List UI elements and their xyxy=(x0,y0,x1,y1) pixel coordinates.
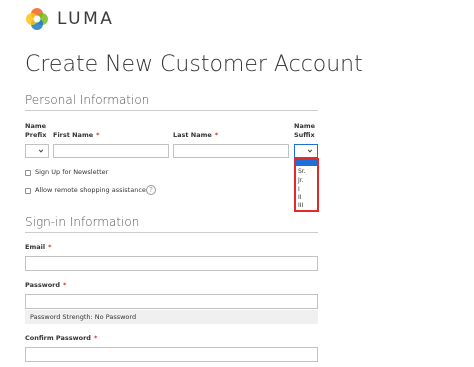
email-input[interactable] xyxy=(25,256,318,271)
prefix-select[interactable] xyxy=(25,144,49,158)
chevron-down-icon xyxy=(307,149,313,153)
assistance-checkbox[interactable] xyxy=(25,188,31,194)
confirm-password-label: Confirm Password * xyxy=(25,334,98,342)
assistance-label[interactable]: Allow remote shopping assistance xyxy=(35,186,146,194)
suffix-select[interactable] xyxy=(294,144,318,158)
confirm-password-input[interactable] xyxy=(25,347,318,362)
last-name-label: Last Name * xyxy=(173,131,219,139)
question-circle-icon[interactable]: ? xyxy=(146,185,156,195)
suffix-option[interactable]: I xyxy=(298,186,300,193)
prefix-label: Name Prefix xyxy=(25,122,47,139)
first-name-label: First Name * xyxy=(53,131,100,139)
suffix-option[interactable]: II xyxy=(298,194,302,201)
section-divider xyxy=(25,232,318,233)
chevron-down-icon xyxy=(38,149,44,153)
suffix-option-blank[interactable] xyxy=(296,160,317,166)
luma-logo-icon[interactable] xyxy=(25,7,49,31)
password-strength-meter: Password Strength: No Password xyxy=(25,310,318,324)
newsletter-label[interactable]: Sign Up for Newsletter xyxy=(35,168,108,176)
suffix-option[interactable]: III xyxy=(298,202,303,209)
password-input[interactable] xyxy=(25,294,318,309)
brand-name[interactable]: LUMA xyxy=(57,9,114,29)
password-label: Password * xyxy=(25,281,67,289)
first-name-input[interactable] xyxy=(53,144,169,158)
page-title: Create New Customer Account xyxy=(25,52,363,77)
suffix-label: Name Suffix xyxy=(294,122,316,139)
personal-info-heading: Personal Information xyxy=(25,93,150,107)
newsletter-checkbox[interactable] xyxy=(25,170,31,176)
suffix-option[interactable]: Sr. xyxy=(298,168,306,175)
suffix-option[interactable]: Jr. xyxy=(298,177,304,184)
section-divider xyxy=(25,110,318,111)
signin-info-heading: Sign-in Information xyxy=(25,215,140,229)
email-label: Email * xyxy=(25,243,52,251)
last-name-input[interactable] xyxy=(173,144,289,158)
